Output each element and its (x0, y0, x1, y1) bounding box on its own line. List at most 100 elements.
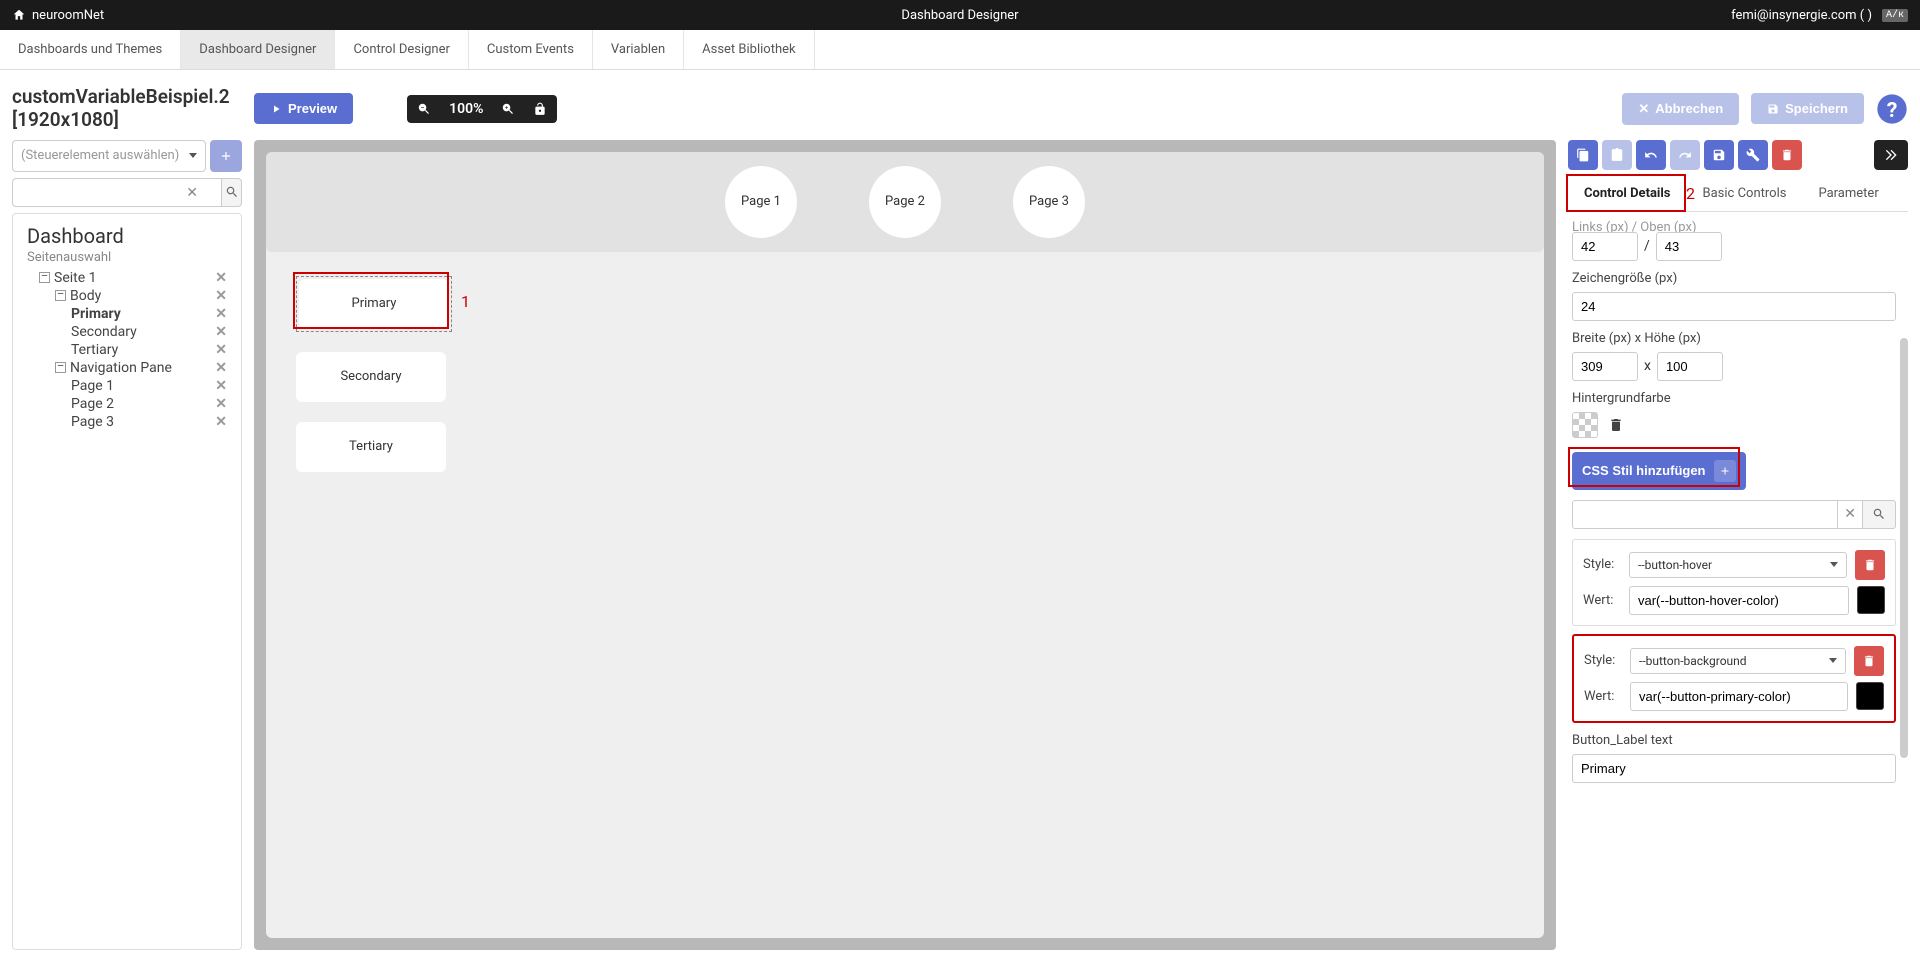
collapse-icon[interactable]: − (39, 272, 50, 283)
help-icon[interactable]: ? (1876, 93, 1908, 125)
search-icon (225, 185, 239, 199)
delete-style-button[interactable] (1854, 646, 1884, 676)
plus-icon (1714, 460, 1736, 482)
clear-icon[interactable]: ✕ (186, 185, 198, 201)
nav-button-page1[interactable]: Page 1 (725, 166, 797, 238)
redo-button[interactable] (1670, 140, 1700, 170)
canvas-button-tertiary[interactable]: Tertiary (296, 422, 446, 472)
style-name-select[interactable]: --button-hover (1629, 552, 1847, 578)
tab-basic-controls[interactable]: Basic Controls (1687, 176, 1803, 211)
undo-button[interactable] (1636, 140, 1666, 170)
tree-item-tertiary[interactable]: Tertiary ✕ (27, 341, 227, 359)
left-panel: (Steuerelement auswählen) ✕ Dashboard Se… (12, 140, 242, 950)
page-title: Dashboard Designer (901, 8, 1018, 23)
user-label[interactable]: femi@insynergie.com ( ) (1731, 8, 1872, 23)
canvas-button-primary[interactable]: Primary (299, 279, 449, 329)
color-swatch[interactable] (1856, 682, 1884, 710)
style-value-label: Wert: (1583, 593, 1621, 608)
copy-icon (1576, 148, 1590, 162)
tab-control-details[interactable]: Control Details (1568, 176, 1687, 211)
canvas-button-secondary[interactable]: Secondary (296, 352, 446, 402)
tree-item-body[interactable]: −Body ✕ (27, 287, 227, 305)
tree-item-page3[interactable]: Page 3 ✕ (27, 413, 227, 431)
collapse-panel-button[interactable] (1874, 140, 1908, 170)
pos-left-input[interactable] (1572, 232, 1638, 261)
delete-icon[interactable]: ✕ (215, 270, 227, 286)
style-block-hover: Style: --button-hover Wert: (1572, 539, 1896, 626)
style-value-label: Wert: (1584, 689, 1622, 704)
style-filter-input[interactable] (1572, 500, 1838, 529)
delete-icon[interactable]: ✕ (215, 288, 227, 304)
height-input[interactable] (1657, 352, 1723, 381)
tree-panel: Dashboard Seitenauswahl −Seite 1 ✕ −Body… (12, 213, 242, 950)
cancel-button[interactable]: ✕ Abbrechen (1622, 93, 1739, 125)
right-panel-body: Links (px) / Oben (px) / Zeichengröße (p… (1568, 218, 1908, 950)
style-value-input[interactable] (1630, 682, 1848, 711)
paste-button[interactable] (1602, 140, 1632, 170)
paste-icon (1610, 148, 1624, 162)
delete-button[interactable] (1772, 140, 1802, 170)
width-input[interactable] (1572, 352, 1638, 381)
zoom-in-icon[interactable] (501, 102, 515, 116)
tree-item-seite1[interactable]: −Seite 1 ✕ (27, 269, 227, 287)
add-control-button[interactable] (210, 140, 242, 172)
delete-icon[interactable]: ✕ (215, 378, 227, 394)
style-block-background: Style: --button-background Wert: (1572, 634, 1896, 723)
copy-button[interactable] (1568, 140, 1598, 170)
fontsize-input[interactable] (1572, 292, 1896, 321)
tree-item-page1[interactable]: Page 1 ✕ (27, 377, 227, 395)
save-panel-button[interactable] (1704, 140, 1734, 170)
save-button[interactable]: Speichern (1751, 93, 1864, 124)
delete-style-button[interactable] (1855, 550, 1885, 580)
add-css-style-button[interactable]: CSS Stil hinzufügen (1572, 452, 1746, 490)
config-button[interactable] (1738, 140, 1768, 170)
style-value-input[interactable] (1629, 586, 1849, 615)
nav-tabs: Dashboards und Themes Dashboard Designer… (0, 30, 1920, 70)
size-label: Breite (px) x Höhe (px) (1572, 331, 1896, 346)
zoom-out-icon[interactable] (417, 102, 431, 116)
position-label-clipped: Links (px) / Oben (px) (1572, 220, 1896, 232)
redo-icon (1678, 148, 1692, 162)
nav-button-page3[interactable]: Page 3 (1013, 166, 1085, 238)
tree-item-primary[interactable]: Primary ✕ (27, 305, 227, 323)
navtab-dashboard-designer[interactable]: Dashboard Designer (181, 30, 335, 69)
navtab-control-designer[interactable]: Control Designer (335, 30, 468, 69)
unlock-icon[interactable] (533, 102, 547, 116)
tree-subtitle: Seitenauswahl (27, 250, 227, 265)
collapse-icon[interactable]: − (55, 362, 66, 373)
clear-icon[interactable]: ✕ (1838, 500, 1862, 529)
navtab-variablen[interactable]: Variablen (593, 30, 684, 69)
button-label-text-input[interactable] (1572, 754, 1896, 783)
color-swatch[interactable] (1857, 586, 1885, 614)
keyboard-badge-icon[interactable]: A/к (1882, 9, 1908, 22)
navtab-asset-bibliothek[interactable]: Asset Bibliothek (684, 30, 814, 69)
bg-color-swatch[interactable] (1572, 412, 1598, 438)
scrollbar[interactable] (1900, 338, 1908, 758)
tree-item-secondary[interactable]: Secondary ✕ (27, 323, 227, 341)
delete-icon[interactable]: ✕ (215, 342, 227, 358)
play-icon (270, 103, 282, 115)
delete-icon[interactable]: ✕ (215, 306, 227, 322)
navtab-custom-events[interactable]: Custom Events (469, 30, 593, 69)
clear-bg-trash-icon[interactable] (1608, 417, 1624, 433)
navtab-dashboards-themes[interactable]: Dashboards und Themes (0, 30, 181, 69)
search-icon (1872, 507, 1886, 521)
tree-item-navpane[interactable]: −Navigation Pane ✕ (27, 359, 227, 377)
collapse-icon[interactable]: − (55, 290, 66, 301)
pos-top-input[interactable] (1656, 232, 1722, 261)
delete-icon[interactable]: ✕ (215, 360, 227, 376)
home-icon[interactable] (12, 8, 26, 22)
tab-parameter[interactable]: Parameter (1802, 176, 1894, 211)
delete-icon[interactable]: ✕ (215, 396, 227, 412)
preview-button[interactable]: Preview (254, 93, 353, 124)
canvas[interactable]: Page 1 Page 2 Page 3 Primary 1 Secondary… (254, 140, 1556, 950)
control-select[interactable]: (Steuerelement auswählen) (12, 140, 206, 172)
delete-icon[interactable]: ✕ (215, 414, 227, 430)
svg-text:?: ? (1887, 98, 1898, 123)
nav-button-page2[interactable]: Page 2 (869, 166, 941, 238)
tree-search-button[interactable] (222, 178, 242, 207)
style-name-select[interactable]: --button-background (1630, 648, 1846, 674)
delete-icon[interactable]: ✕ (215, 324, 227, 340)
tree-item-page2[interactable]: Page 2 ✕ (27, 395, 227, 413)
style-filter-search-button[interactable] (1862, 500, 1896, 529)
